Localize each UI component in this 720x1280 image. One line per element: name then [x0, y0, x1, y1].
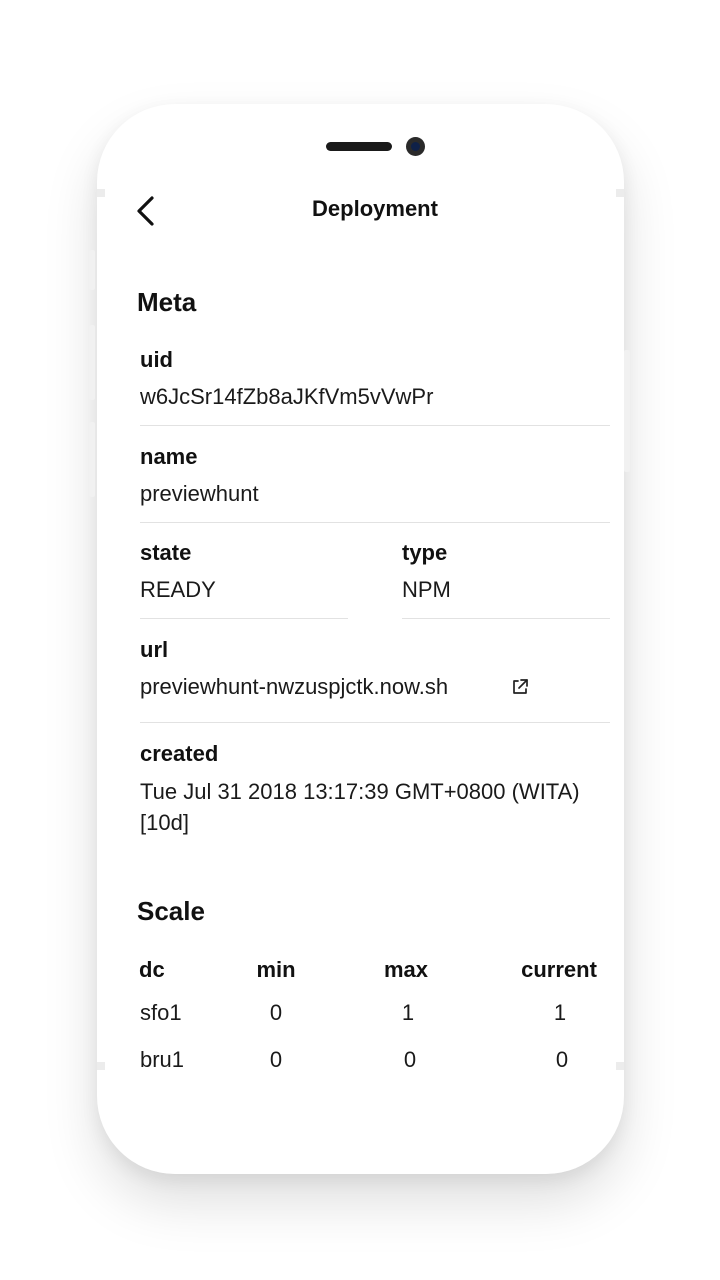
power-button [624, 350, 630, 472]
scale-row-sfo1-dc: sfo1 [140, 1000, 182, 1025]
created-label: created [140, 741, 219, 766]
scale-header-dc: dc [139, 957, 165, 982]
volume-down-button [89, 422, 95, 497]
chevron-left-icon [137, 196, 154, 226]
scale-header-current: current [521, 957, 597, 982]
page-title: Deployment [312, 196, 438, 221]
name-divider [140, 522, 610, 523]
back-button[interactable] [128, 190, 168, 234]
screen-edge-top-right [616, 189, 624, 197]
name-label: name [140, 444, 198, 469]
front-camera [406, 137, 425, 156]
uid-label: uid [140, 347, 173, 372]
type-divider [402, 618, 610, 619]
scale-header-min: min [256, 957, 296, 982]
speaker-grille [326, 142, 392, 151]
scale-row-bru1-dc: bru1 [140, 1047, 185, 1072]
scale-header-max: max [383, 957, 429, 982]
type-label: type [402, 540, 448, 565]
scale-row-bru1-max: 0 [403, 1047, 417, 1072]
volume-up-button [89, 325, 95, 400]
screen-edge-top-left [97, 189, 105, 197]
scale-row-sfo1-max: 1 [401, 1000, 415, 1025]
external-link-icon[interactable] [510, 677, 530, 697]
uid-value: w6JcSr14fZb8aJKfVm5vVwPr [140, 384, 434, 409]
scale-section-title: Scale [137, 896, 205, 926]
state-value: READY [140, 577, 216, 602]
meta-section-title: Meta [137, 287, 197, 317]
mute-switch [89, 250, 95, 290]
screen-edge-bottom-left [97, 1062, 105, 1070]
scale-row-sfo1-current: 1 [553, 1000, 567, 1025]
name-value: previewhunt [140, 481, 259, 506]
state-divider [140, 618, 348, 619]
created-value: Tue Jul 31 2018 13:17:39 GMT+0800 (WITA)… [140, 779, 580, 835]
scale-row-sfo1-min: 0 [269, 1000, 283, 1025]
url-label: url [140, 637, 169, 662]
url-divider [140, 722, 610, 723]
scale-row-bru1-current: 0 [555, 1047, 569, 1072]
stage: Deployment Meta uid w6JcSr14fZb8aJKfVm5v… [0, 0, 720, 1280]
url-link[interactable]: previewhunt-nwzuspjctk.now.sh [140, 674, 448, 700]
screen-edge-bottom-right [616, 1062, 624, 1070]
scale-row-bru1-min: 0 [269, 1047, 283, 1072]
uid-divider [140, 425, 610, 426]
type-value: NPM [402, 577, 451, 602]
state-label: state [140, 540, 192, 565]
